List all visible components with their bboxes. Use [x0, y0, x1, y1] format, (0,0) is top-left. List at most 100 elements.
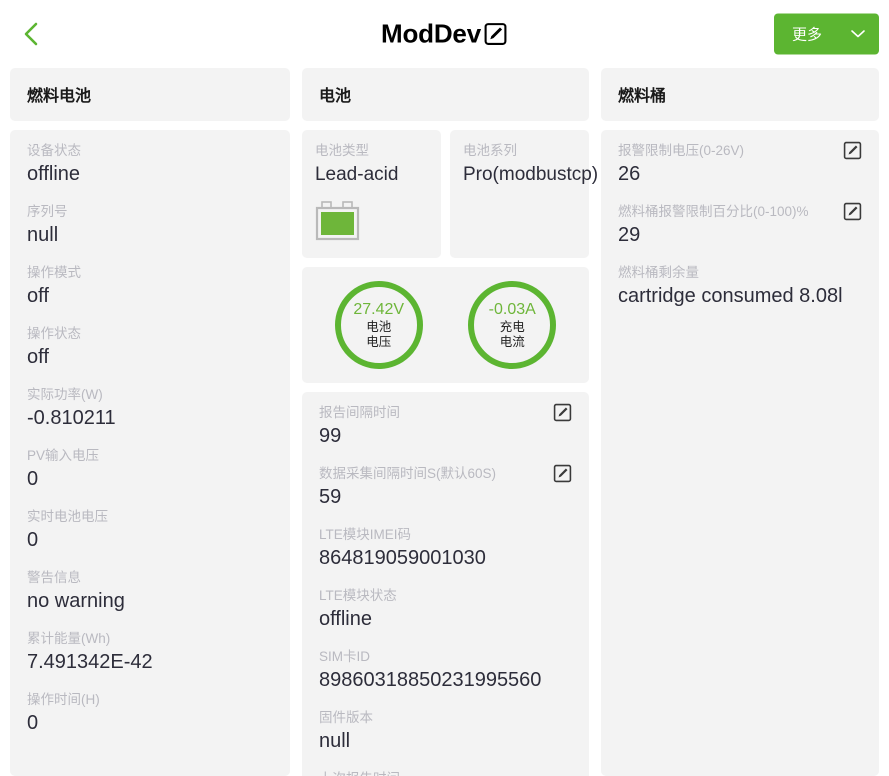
field-serial-number: 序列号 null [27, 202, 273, 253]
field-operation-mode: 操作模式 off [27, 263, 273, 314]
field-label: 序列号 [27, 204, 68, 219]
field-report-interval: 报告间隔时间 99 [319, 403, 572, 454]
field-label: 实际功率(W) [27, 387, 103, 402]
gauge-value: -0.03A [488, 300, 536, 318]
field-label: 报告间隔时间 [318, 405, 400, 420]
field-value: 29 [617, 224, 641, 246]
page-title-group: ModDev [0, 19, 889, 50]
battery-icon [315, 201, 360, 241]
field-value: Pro(modbustcp) [462, 164, 599, 185]
field-label: 上次报告时间 [319, 769, 572, 776]
page-title: ModDev [381, 18, 481, 49]
battery-type-body: 电池类型 Lead-acid [302, 130, 441, 258]
field-value: 7.491342E-42 [27, 651, 153, 673]
edit-pencil-icon [843, 202, 862, 221]
field-label: 燃料桶剩余量 [617, 265, 699, 280]
field-label: LTE模块IMEI码 [318, 527, 411, 542]
field-value: 864819059001030 [318, 547, 486, 569]
gauge-label-line2: 电流 [499, 334, 525, 349]
field-operation-status: 操作状态 off [27, 324, 273, 375]
field-label: 电池类型 [314, 143, 369, 158]
gauge-label-line1: 电池 [366, 319, 392, 334]
card-title-fuel-tank: 燃料桶 [617, 86, 666, 105]
field-label: 累计能量(Wh) [27, 631, 111, 646]
card-battery-details: 报告间隔时间 99 数据采集间隔时间S(默认60S) 59 LTE模块IMEI码… [301, 392, 589, 776]
card-title-battery: 电池 [318, 86, 351, 105]
field-label: 操作模式 [27, 265, 81, 280]
field-label: SIM卡ID [318, 649, 370, 664]
edit-pencil-icon [553, 464, 572, 483]
field-last-report-time: 上次报告时间 2023/11/28 14:48:11 [319, 769, 572, 776]
field-value: Lead-acid [314, 164, 399, 185]
field-value: 26 [617, 163, 641, 185]
card-battery-type: 电池类型 Lead-acid [301, 130, 441, 258]
card-fuel-cell-body: 设备状态 offline 序列号 null 操作模式 off 操作状态 off … [10, 130, 290, 776]
field-value: 0 [27, 712, 39, 734]
field-value: cartridge consumed 8.08l [617, 285, 843, 307]
battery-icon-wrap [315, 201, 428, 246]
edit-pencil-icon [484, 23, 507, 45]
edit-sampling-interval-icon[interactable] [553, 464, 572, 483]
battery-series-body: 电池系列 Pro(modbustcp) [450, 130, 599, 240]
card-battery-gauges: 27.42V 电池 电压 -0.03A 充电 电流 [301, 267, 589, 383]
gauge-value: 27.42V [353, 300, 405, 318]
field-pv-input-voltage: PV输入电压 0 [27, 446, 273, 497]
card-fuel-tank-body: 报警限制电压(0-26V) 26 燃料桶报警限制百分比(0-100)% 29 燃… [600, 130, 879, 776]
field-value: 99 [318, 425, 342, 447]
field-value: null [27, 224, 59, 246]
field-value: 59 [318, 486, 342, 508]
column-fuel-tank: 燃料桶 报警限制电压(0-26V) 26 燃料桶报警限制百分比(0-100)% [600, 68, 879, 776]
field-label: 设备状态 [27, 143, 81, 158]
field-label: 数据采集间隔时间S(默认60S) [318, 466, 496, 481]
field-value: no warning [27, 590, 125, 612]
field-lte-imei: LTE模块IMEI码 864819059001030 [319, 525, 572, 576]
edit-tank-alarm-percent-icon[interactable] [843, 202, 862, 221]
column-fuel-cell: 燃料电池 设备状态 offline 序列号 null 操作模式 off 操作状态 [10, 68, 290, 776]
edit-alarm-limit-voltage-icon[interactable] [843, 141, 862, 160]
field-label: 实时电池电压 [27, 509, 108, 524]
card-battery-series: 电池系列 Pro(modbustcp) [449, 130, 599, 258]
field-sim-card-id: SIM卡ID 89860318850231995560 [319, 647, 572, 698]
field-battery-series: 电池系列 Pro(modbustcp) [462, 141, 599, 192]
title-edit-icon[interactable] [483, 22, 508, 47]
card-fuel-tank-header: 燃料桶 [600, 68, 879, 121]
gauge-label-line2: 电压 [366, 334, 392, 349]
field-operation-hours: 操作时间(H) 0 [27, 690, 273, 741]
field-accumulated-energy: 累计能量(Wh) 7.491342E-42 [27, 629, 273, 680]
fuel-tank-field-list: 报警限制电压(0-26V) 26 燃料桶报警限制百分比(0-100)% 29 燃… [601, 130, 879, 330]
field-value: 0 [27, 529, 39, 551]
field-value: off [27, 285, 49, 307]
card-title-fuel-cell: 燃料电池 [27, 86, 92, 105]
field-actual-power: 实际功率(W) -0.810211 [27, 385, 273, 436]
field-alarm-limit-voltage: 报警限制电压(0-26V) 26 [618, 141, 862, 192]
dashboard-columns: 燃料电池 设备状态 offline 序列号 null 操作模式 off 操作状态 [0, 68, 889, 776]
column-battery: 电池 电池类型 Lead-acid 电池系列 Pro(modbustcp) 27… [301, 68, 599, 776]
field-value: 89860318850231995560 [318, 669, 542, 691]
gauge-row: 27.42V 电池 电压 -0.03A 充电 电流 [302, 267, 589, 383]
field-value: null [318, 730, 351, 752]
edit-report-interval-icon[interactable] [553, 403, 572, 422]
field-warning-info: 警告信息 no warning [27, 568, 273, 619]
field-lte-status: LTE模块状态 offline [319, 586, 572, 637]
more-button[interactable]: 更多 [774, 13, 879, 55]
field-label: 固件版本 [318, 710, 373, 725]
field-firmware-version: 固件版本 null [319, 708, 572, 759]
battery-type-series-row: 电池类型 Lead-acid 电池系列 Pro(modbustcp) [301, 130, 599, 258]
field-label: 操作状态 [27, 326, 81, 341]
gauge-battery-voltage: 27.42V 电池 电压 [334, 281, 423, 369]
field-value: offline [318, 608, 372, 630]
field-label: 燃料桶报警限制百分比(0-100)% [617, 204, 809, 219]
field-device-status: 设备状态 offline [27, 141, 273, 192]
fuel-cell-field-list: 设备状态 offline 序列号 null 操作模式 off 操作状态 off … [10, 130, 290, 757]
gauge-charging-current: -0.03A 充电 电流 [468, 281, 557, 369]
edit-pencil-icon [553, 403, 572, 422]
field-label: 报警限制电压(0-26V) [617, 143, 744, 158]
battery-field-list: 报告间隔时间 99 数据采集间隔时间S(默认60S) 59 LTE模块IMEI码… [302, 392, 589, 776]
app-header: ModDev 更多 [0, 0, 889, 68]
card-battery-header: 电池 [301, 68, 589, 121]
gauge-label-line1: 充电 [499, 319, 525, 334]
field-value: off [27, 346, 49, 368]
field-value: -0.810211 [27, 407, 116, 429]
more-button-label: 更多 [792, 26, 823, 44]
field-label: PV输入电压 [27, 448, 100, 463]
